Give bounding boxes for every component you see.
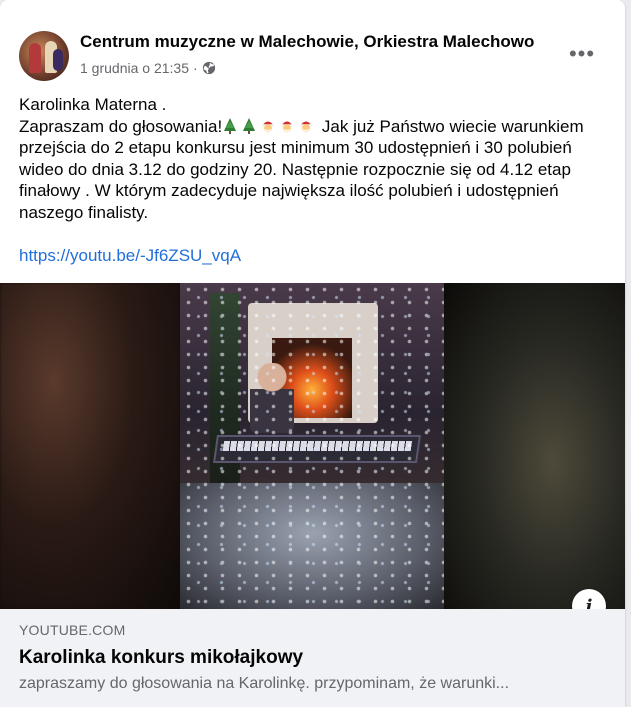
avatar-figure xyxy=(29,43,41,73)
christmas-tree-icon xyxy=(243,117,256,134)
page-avatar[interactable] xyxy=(19,31,69,81)
christmas-tree-icon xyxy=(224,117,237,134)
preview-domain: YOUTUBE.COM xyxy=(19,622,126,638)
avatar-figure xyxy=(53,49,63,71)
post-text-segment: Zapraszam do głosowania! xyxy=(19,116,223,136)
post-card: Centrum muzyczne w Malechowie, Orkiestra… xyxy=(0,0,625,707)
post-link[interactable]: https://youtu.be/-Jf6ZSU_vqA xyxy=(19,246,241,266)
post-header: Centrum muzyczne w Malechowie, Orkiestra… xyxy=(0,0,625,84)
thumbnail-blur-left xyxy=(0,283,180,609)
link-preview[interactable]: YOUTUBE.COM Karolinka konkurs mikołajkow… xyxy=(0,609,625,707)
thumbnail-lights xyxy=(180,283,444,609)
globe-icon[interactable] xyxy=(202,61,216,75)
preview-title[interactable]: Karolinka konkurs mikołajkowy xyxy=(19,647,303,669)
post-text-segment: Jak już Państwo wiecie xyxy=(317,116,497,136)
post-text-line: Karolinka Materna . xyxy=(19,95,167,114)
more-options-button[interactable]: ••• xyxy=(566,41,598,66)
post-text-paragraph: Zapraszam do głosowania! Jak już Państwo… xyxy=(19,116,619,224)
page-name-link[interactable]: Centrum muzyczne w Malechowie, Orkiestra… xyxy=(80,32,534,52)
meta-separator: · xyxy=(192,60,198,76)
post-timestamp[interactable]: 1 grudnia o 21:35 xyxy=(80,60,189,76)
video-thumbnail[interactable] xyxy=(0,283,625,609)
santa-icon xyxy=(280,121,294,132)
post-message: Karolinka Materna . Zapraszam do głosowa… xyxy=(19,94,619,223)
preview-description: zapraszamy do głosowania na Karolinkę. p… xyxy=(19,675,510,692)
santa-icon xyxy=(299,121,313,132)
santa-icon xyxy=(261,121,275,132)
thumbnail-blur-right xyxy=(444,283,625,609)
thumbnail-main-image xyxy=(180,283,444,609)
post-meta: 1 grudnia o 21:35 · xyxy=(80,60,216,76)
